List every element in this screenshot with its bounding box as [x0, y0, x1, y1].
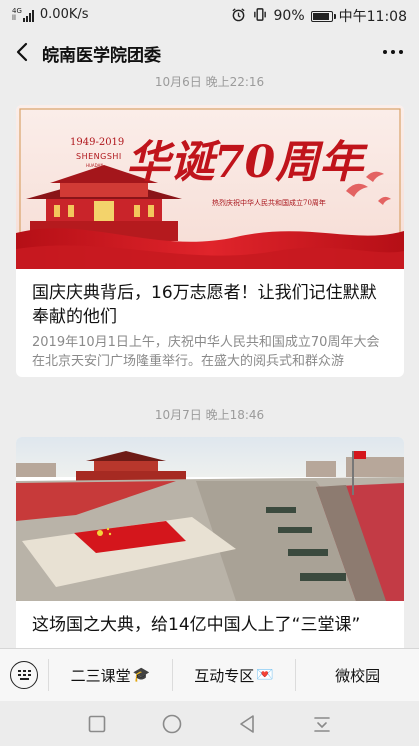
nav-bar: 皖南医学院团委 — [0, 30, 419, 74]
home-button[interactable] — [152, 704, 192, 744]
pull-down-icon — [313, 716, 330, 732]
chevron-left-icon — [16, 42, 28, 62]
triangle-back-icon — [240, 714, 254, 733]
article-cover-image: 1949-2019 SHENGSHI HUADAN 华诞70周年 热烈庆祝中华人… — [16, 105, 404, 269]
notification-pulldown-button[interactable] — [302, 704, 342, 744]
battery-percent: 90% — [273, 8, 305, 24]
status-left: 4G ll 0.00K/s — [12, 7, 89, 22]
article-title[interactable]: 这场国之大典，给14亿中国人上了“三堂课” — [16, 601, 404, 637]
more-dot-icon — [383, 50, 387, 54]
article-title[interactable]: 国庆庆典背后，16万志愿者！让我们记住默默奉献的他们 — [16, 269, 404, 329]
banner-pinyin: SHENGSHI — [76, 152, 122, 161]
article-card[interactable]: 1949-2019 SHENGSHI HUADAN 华诞70周年 热烈庆祝中华人… — [16, 105, 404, 377]
menu-item-interaction[interactable]: 互动专区 💌 — [171, 659, 296, 691]
message-timestamp: 10月6日 晚上22:16 — [154, 75, 265, 89]
vibrate-icon — [252, 7, 268, 26]
banner-headline: 华诞70周年 — [126, 137, 368, 188]
page-title: 皖南医学院团委 — [42, 46, 161, 66]
banner-pinyin-sub: HUADAN — [86, 163, 103, 168]
network-sub: ll — [12, 13, 16, 22]
article-cover-image — [16, 437, 404, 601]
network-speed: 0.00K/s — [39, 7, 89, 22]
back-system-button[interactable] — [227, 704, 267, 744]
love-letter-icon: 💌 — [256, 667, 274, 683]
signal-bars-icon — [22, 9, 34, 22]
more-dot-icon — [391, 50, 395, 54]
article-card[interactable]: 这场国之大典，给14亿中国人上了“三堂课” — [16, 437, 404, 648]
more-dot-icon — [399, 50, 403, 54]
banner-subline: 热烈庆祝中华人民共和国成立70周年 — [212, 198, 326, 207]
menu-item-classroom[interactable]: 二三课堂 🎓 — [48, 659, 172, 691]
more-options-button[interactable] — [377, 38, 409, 66]
banner-years: 1949-2019 — [70, 137, 124, 148]
message-timestamp: 10月7日 晚上18:46 — [154, 408, 265, 422]
signal-indicator: 4G ll — [12, 7, 34, 22]
circle-icon — [162, 714, 182, 733]
menu-item-label: 微校园 — [335, 666, 381, 685]
status-right: 90% 中午11:08 — [231, 6, 407, 26]
keyboard-toggle-button[interactable] — [0, 649, 48, 701]
system-nav-bar — [0, 701, 419, 746]
recent-apps-button[interactable] — [77, 704, 117, 744]
back-button[interactable] — [8, 38, 36, 66]
keyboard-icon — [10, 661, 38, 689]
menu-item-label: 互动专区 — [194, 666, 255, 685]
menu-item-campus[interactable]: 微校园 — [295, 659, 419, 691]
article-description: 2019年10月1日上午，庆祝中华人民共和国成立70周年大会在北京天安门广场隆重… — [32, 335, 380, 369]
clock: 中午11:08 — [338, 9, 407, 25]
menu-item-label: 二三课堂 — [70, 666, 131, 685]
bottom-menu: 二三课堂 🎓 互动专区 💌 微校园 — [0, 648, 419, 701]
alarm-icon — [231, 7, 246, 26]
message-feed[interactable]: 10月6日 晚上22:16 1949-2019 SHENGSHI HUADAN … — [0, 74, 419, 648]
graduation-cap-icon: 🎓 — [132, 667, 151, 683]
square-icon — [89, 715, 106, 732]
battery-icon — [310, 10, 336, 22]
status-bar: 4G ll 0.00K/s 90% 中午11:08 — [0, 0, 419, 30]
